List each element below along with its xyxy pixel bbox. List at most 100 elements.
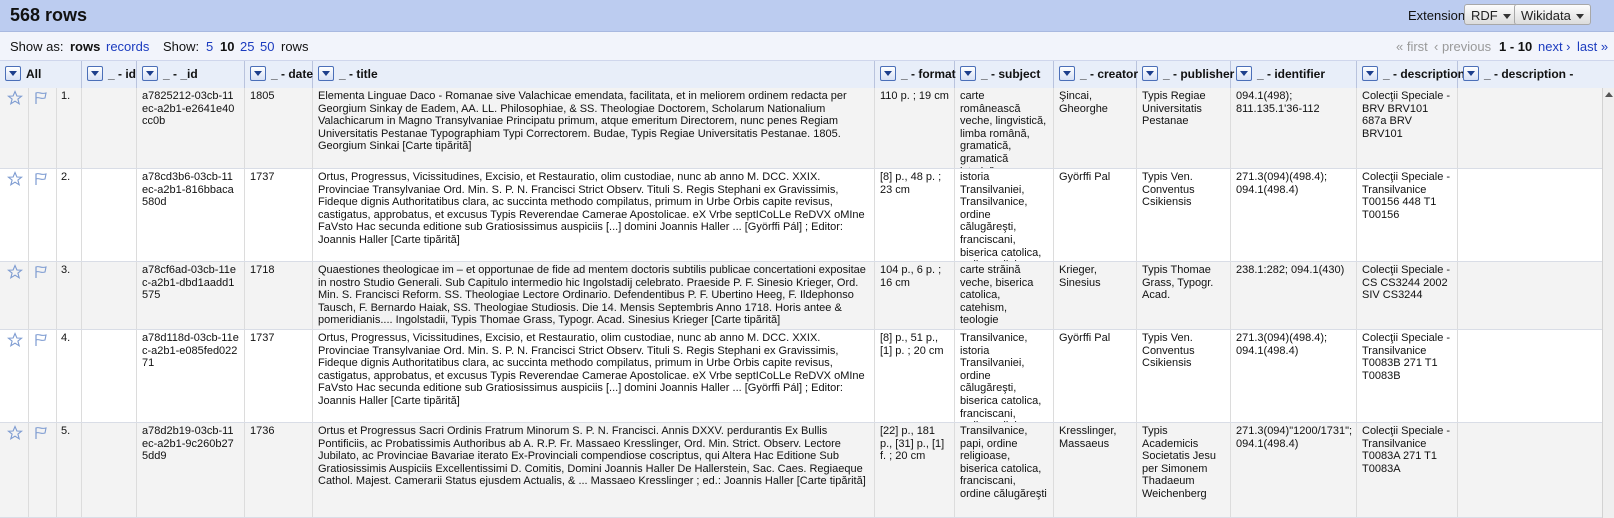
column-label: _ - creator [1080,67,1139,81]
view-bar: Show as: rows records Show: 5 10 25 50 r… [0,32,1614,61]
cell-format: 110 p. ; 19 cm [875,88,955,168]
star-icon[interactable] [6,425,24,441]
cell-description-2 [1458,169,1602,261]
column-menu-icon[interactable] [1059,66,1075,81]
row-count: 568 rows [10,5,88,25]
rows-view-option[interactable]: rows [70,39,100,54]
row-number: 1. [61,90,71,102]
rdf-label: RDF [1471,8,1498,23]
next-page-link[interactable]: next › [1538,39,1571,54]
cell-title: Ortus et Progressus Sacri Ordinis Fratru… [313,423,875,517]
rdf-extension-button[interactable]: RDF [1464,4,1518,25]
chevron-down-icon [1575,14,1584,20]
flag-icon[interactable] [33,171,49,187]
column-label: _ - title [339,67,378,81]
cell-title: Elementa Linguae Daco - Romanae sive Val… [313,88,875,168]
table-row: 2. a78cd3b6-03cb-11ec-a2b1-816bbaca580d 17… [0,169,1614,262]
column-menu-icon[interactable] [960,66,976,81]
cell-id [82,169,137,261]
column-label: _ - subject [981,67,1041,81]
flag-icon[interactable] [33,264,49,280]
cell-title: Ortus, Progressus, Vicissitudines, Excis… [313,330,875,422]
page-size-25[interactable]: 25 [240,39,254,54]
flag-icon[interactable] [33,332,49,348]
wikidata-extension-button[interactable]: Wikidata [1514,4,1591,25]
column-menu-icon[interactable] [87,66,103,81]
column-header-identifier[interactable]: _ - identifier [1231,61,1357,88]
star-icon[interactable] [6,171,24,187]
star-icon[interactable] [6,264,24,280]
column-header-title[interactable]: _ - title [313,61,875,88]
cell-description: Colecţii Speciale - BRV BRV101 687a BRV … [1357,88,1458,168]
cell-divider [56,330,57,422]
column-label: _ - _id [163,67,198,81]
cell-subject: Transilvanice, papi, ordine religioase, … [955,423,1054,517]
vertical-scrollbar[interactable] [1602,88,1614,518]
last-page-link[interactable]: last » [1577,39,1608,54]
column-header-description[interactable]: _ - description [1357,61,1465,88]
cell-description: Colecţii Speciale - CS CS3244 2002 SIV C… [1357,262,1458,329]
star-icon[interactable] [6,90,24,106]
column-label: _ - description - [1484,67,1574,81]
column-label: _ - identifier [1257,67,1326,81]
cell-uuid: a78d2b19-03cb-11ec-a2b1-9c260b275dd9 [137,423,245,517]
column-menu-icon[interactable] [5,66,21,81]
previous-page-link[interactable]: ‹ previous [1434,39,1491,54]
row-controls-cell: 4. [0,330,82,422]
column-menu-icon[interactable] [318,66,334,81]
column-menu-icon[interactable] [250,66,266,81]
column-label: _ - date [271,67,314,81]
column-menu-icon[interactable] [1362,66,1378,81]
first-page-link[interactable]: « first [1396,39,1428,54]
page-range: 1 - 10 [1499,39,1533,54]
page-size-10[interactable]: 10 [220,39,234,54]
column-header-date[interactable]: _ - date [245,61,313,88]
column-label: _ - publisher [1163,67,1235,81]
row-number: 2. [61,171,71,183]
cell-description-2 [1458,423,1602,517]
chevron-down-icon [1502,14,1511,20]
column-menu-icon[interactable] [880,66,896,81]
cell-id [82,423,137,517]
scroll-up-arrow-icon[interactable] [1605,92,1613,97]
column-header-description-2[interactable]: _ - description - [1458,61,1614,88]
cell-divider [28,169,29,261]
cell-publisher: Typis Regiae Universitatis Pestanae [1137,88,1231,168]
cell-subject: istoria Transilvaniei, Transilvanice, or… [955,169,1054,261]
page-size-50[interactable]: 50 [260,39,274,54]
column-header-all[interactable]: All [0,61,82,88]
flag-icon[interactable] [33,90,49,106]
column-menu-icon[interactable] [1236,66,1252,81]
star-icon[interactable] [6,332,24,348]
column-menu-icon[interactable] [1142,66,1158,81]
page-size-suffix: rows [281,39,309,54]
cell-divider [56,88,57,168]
column-menu-icon[interactable] [142,66,158,81]
cell-format: 104 p., 6 p. ; 16 cm [875,262,955,329]
cell-title: Quaestiones theologicae im – et opportun… [313,262,875,329]
cell-format: [8] p., 51 p., [1] p. ; 20 cm [875,330,955,422]
column-header-id[interactable]: _ - id [82,61,137,88]
cell-title: Ortus, Progressus, Vicissitudines, Excis… [313,169,875,261]
column-label: All [26,67,42,81]
column-header-_id[interactable]: _ - _id [137,61,245,88]
column-header-publisher[interactable]: _ - publisher [1137,61,1235,88]
column-header-creator[interactable]: _ - creator [1054,61,1139,88]
show-label: Show: [163,39,200,54]
flag-icon[interactable] [33,425,49,441]
records-view-link[interactable]: records [106,39,149,54]
cell-creator: Györffi Pal [1054,330,1137,422]
column-header-subject[interactable]: _ - subject [955,61,1054,88]
top-bar: 568 rows Extensions: RDF Wikidata [0,0,1614,32]
cell-divider [28,330,29,422]
cell-identifier: 271.3(094)(498.4); 094.1(498.4) [1231,169,1357,261]
page-size-5[interactable]: 5 [206,39,213,54]
column-header-format[interactable]: _ - format [875,61,956,88]
cell-divider [56,262,57,329]
cell-divider [28,88,29,168]
cell-description-2 [1458,330,1602,422]
cell-date: 1805 [245,88,313,168]
table-row: 1. a7825212-03cb-11ec-a2b1-e2641e40cc0b 18… [0,88,1614,169]
cell-description-2 [1458,262,1602,329]
column-menu-icon[interactable] [1463,66,1479,81]
